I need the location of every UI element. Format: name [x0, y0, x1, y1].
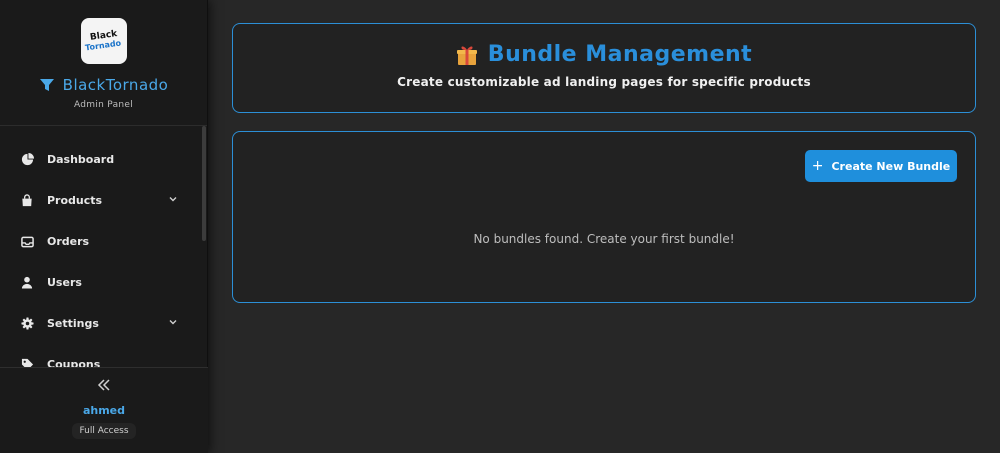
plus-icon: +: [811, 158, 824, 174]
pie-chart-icon: [20, 153, 34, 167]
create-bundle-button[interactable]: + Create New Bundle: [805, 150, 957, 182]
brand-area: Black Tornado BlackTornado Admin Panel: [0, 0, 207, 126]
sidebar-item-products[interactable]: Products: [0, 180, 200, 221]
inbox-icon: [20, 235, 34, 249]
sidebar-footer: ahmed Full Access: [0, 367, 208, 453]
user-name: ahmed: [82, 404, 126, 417]
sidebar-item-settings[interactable]: Settings: [0, 303, 200, 344]
sidebar-item-coupons[interactable]: Coupons: [0, 344, 200, 367]
sidebar-item-label: Orders: [47, 235, 90, 248]
sidebar-item-dashboard[interactable]: Dashboard: [0, 139, 200, 180]
sidebar-item-label: Products: [47, 194, 103, 207]
page-title: Bundle Management: [487, 42, 753, 67]
sidebar-item-orders[interactable]: Orders: [0, 221, 200, 262]
page-header: Bundle Management Create customizable ad…: [232, 23, 976, 113]
title-row: Bundle Management: [456, 42, 752, 67]
logo[interactable]: Black Tornado: [80, 18, 127, 64]
chevron-down-icon[interactable]: [168, 317, 178, 327]
access-badge: Full Access: [72, 423, 136, 439]
sidebar-item-label: Dashboard: [47, 153, 115, 166]
brand-title-row: BlackTornado: [39, 76, 169, 94]
chevron-down-icon[interactable]: [168, 194, 178, 204]
create-bundle-label: Create New Bundle: [831, 159, 951, 173]
gear-icon: [20, 317, 34, 331]
sidebar-item-label: Users: [47, 276, 82, 289]
gift-icon: [456, 46, 477, 65]
sidebar-item-users[interactable]: Users: [0, 262, 200, 303]
user-icon: [20, 276, 34, 290]
sidebar-nav: Dashboard Products Orders Users Settings…: [0, 139, 200, 367]
brand-name: BlackTornado: [62, 76, 169, 94]
brand-subtitle: Admin Panel: [73, 100, 134, 110]
sidebar-item-label: Settings: [47, 317, 99, 330]
tag-icon: [20, 358, 34, 367]
filter-icon: [39, 79, 54, 91]
double-chevron-left-icon[interactable]: [96, 378, 112, 392]
empty-state-message: No bundles found. Create your first bund…: [473, 232, 735, 246]
sidebar-item-label: Coupons: [47, 358, 101, 367]
sidebar: Black Tornado BlackTornado Admin Panel D…: [0, 0, 208, 453]
sidebar-scrollbar[interactable]: [202, 126, 206, 241]
bundles-panel: + Create New Bundle No bundles found. Cr…: [232, 131, 976, 303]
page-subtitle: Create customizable ad landing pages for…: [397, 75, 811, 89]
shopping-bag-icon: [20, 194, 34, 208]
